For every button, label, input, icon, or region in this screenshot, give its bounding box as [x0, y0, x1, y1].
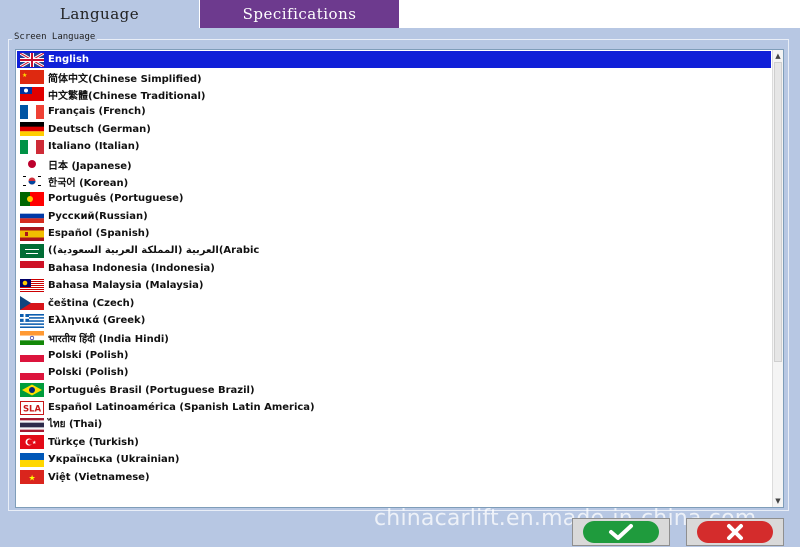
- language-label: Português Brasil (Portuguese Brazil): [48, 384, 255, 396]
- language-listbox[interactable]: English ★ 简体中文(Chinese Simplified) 中文繁體(Chi…: [15, 49, 784, 508]
- ok-pill: [583, 521, 659, 543]
- language-list-item[interactable]: SLA Español Latinoamérica (Spanish Latin…: [17, 399, 771, 416]
- sla-flag-icon: SLA: [20, 400, 44, 415]
- language-list-item[interactable]: Português (Portuguese): [17, 190, 771, 207]
- language-list-item[interactable]: ★ Türkçe (Turkish): [17, 434, 771, 451]
- language-label: čeština (Czech): [48, 297, 135, 309]
- language-label: Deutsch (German): [48, 123, 151, 135]
- language-label: Русский(Russian): [48, 210, 148, 222]
- language-list-item[interactable]: 한국어 (Korean): [17, 173, 771, 190]
- language-list-item[interactable]: Polski (Polish): [17, 364, 771, 381]
- language-list-item[interactable]: Português Brasil (Portuguese Brazil): [17, 381, 771, 398]
- portugal-flag-icon: [20, 191, 44, 206]
- language-list-item[interactable]: 日本 (Japanese): [17, 155, 771, 172]
- saudi-flag-icon: [20, 243, 44, 258]
- language-list-item[interactable]: भारतीय हिंदी (India Hindi): [17, 329, 771, 346]
- germany-flag-icon: [20, 122, 44, 137]
- china-flag-icon: ★: [20, 70, 44, 85]
- language-list-item[interactable]: ★ 简体中文(Chinese Simplified): [17, 68, 771, 85]
- language-list-item[interactable]: ไทย (Thai): [17, 416, 771, 433]
- cancel-pill: [697, 521, 773, 543]
- language-list-item[interactable]: (العربية (المملكة العربية السعودية)(Arab…: [17, 242, 771, 259]
- language-label: Bahasa Indonesia (Indonesia): [48, 262, 215, 274]
- czech-flag-icon: [20, 296, 44, 311]
- language-label: Español (Spanish): [48, 228, 150, 240]
- language-list-item[interactable]: Русский(Russian): [17, 208, 771, 225]
- korea-flag-icon: [20, 174, 44, 189]
- x-icon: [727, 524, 743, 540]
- language-label: Français (French): [48, 106, 146, 118]
- scroll-down-arrow-icon[interactable]: ▼: [773, 496, 783, 506]
- uk-flag-icon: [20, 52, 44, 67]
- language-list-item[interactable]: 中文繁體(Chinese Traditional): [17, 86, 771, 103]
- malaysia-flag-icon: [20, 278, 44, 293]
- checkmark-icon: [609, 524, 633, 540]
- turkey-flag-icon: ★: [20, 435, 44, 450]
- language-list-item[interactable]: Bahasa Malaysia (Malaysia): [17, 277, 771, 294]
- svg-text:★: ★: [22, 72, 27, 79]
- language-label: Español Latinoamérica (Spanish Latin Ame…: [48, 402, 315, 413]
- language-label: Türkçe (Turkish): [48, 436, 139, 448]
- language-list-item[interactable]: Ελληνικά (Greek): [17, 312, 771, 329]
- vietnam-flag-icon: ★: [20, 470, 44, 485]
- language-label: Italiano (Italian): [48, 141, 140, 153]
- group-label: Screen Language: [12, 32, 98, 42]
- language-label: Ελληνικά (Greek): [48, 315, 146, 327]
- japan-flag-icon: [20, 157, 44, 172]
- scroll-up-arrow-icon[interactable]: ▲: [773, 51, 783, 61]
- language-label: 日本 (Japanese): [48, 160, 132, 172]
- language-list-item[interactable]: Polski (Polish): [17, 347, 771, 364]
- svg-text:★: ★: [29, 474, 36, 483]
- language-list-item[interactable]: Українська (Ukrainian): [17, 451, 771, 468]
- india-flag-icon: [20, 330, 44, 345]
- tab-language[interactable]: Language: [0, 0, 199, 28]
- ukraine-flag-icon: [20, 452, 44, 467]
- language-list-item[interactable]: Español (Spanish): [17, 225, 771, 242]
- language-label: 한국어 (Korean): [48, 177, 129, 189]
- tab-specifications[interactable]: Specifications: [200, 0, 399, 28]
- thailand-flag-icon: [20, 417, 44, 432]
- language-list-item[interactable]: Deutsch (German): [17, 121, 771, 138]
- language-label: Bahasa Malaysia (Malaysia): [48, 280, 204, 292]
- russia-flag-icon: [20, 209, 44, 224]
- language-list-item[interactable]: Bahasa Indonesia (Indonesia): [17, 260, 771, 277]
- language-list-item[interactable]: Italiano (Italian): [17, 138, 771, 155]
- taiwan-flag-icon: [20, 87, 44, 102]
- poland-flag-icon: [20, 365, 44, 380]
- svg-text:★: ★: [32, 440, 37, 446]
- language-list: English ★ 简体中文(Chinese Simplified) 中文繁體(Chi…: [17, 51, 771, 486]
- language-label: Polski (Polish): [48, 349, 129, 361]
- language-list-item[interactable]: English: [17, 51, 771, 69]
- italy-flag-icon: [20, 139, 44, 154]
- spain-flag-icon: [20, 226, 44, 241]
- tab-bar: Language Specifications: [0, 0, 800, 28]
- brazil-flag-icon: [20, 383, 44, 398]
- language-label: Polski (Polish): [48, 367, 129, 379]
- poland-flag-icon: [20, 348, 44, 363]
- cancel-button[interactable]: [686, 518, 784, 546]
- language-list-item[interactable]: ★ Việt (Vietnamese): [17, 468, 771, 485]
- language-label: भारतीय हिंदी (India Hindi): [48, 333, 169, 345]
- language-list-item[interactable]: čeština (Czech): [17, 294, 771, 311]
- language-label: Українська (Ukrainian): [48, 454, 180, 466]
- greece-flag-icon: [20, 313, 44, 328]
- ok-button[interactable]: [572, 518, 670, 546]
- indonesia-flag-icon: [20, 261, 44, 276]
- scroll-thumb[interactable]: [774, 62, 782, 362]
- language-list-item[interactable]: Français (French): [17, 103, 771, 120]
- language-label: Việt (Vietnamese): [48, 471, 150, 483]
- vertical-scrollbar[interactable]: ▲ ▼: [772, 50, 783, 507]
- france-flag-icon: [20, 104, 44, 119]
- language-label: ไทย (Thai): [48, 419, 103, 431]
- language-label: 简体中文(Chinese Simplified): [48, 73, 202, 85]
- language-label: English: [48, 54, 90, 66]
- language-label: 中文繁體(Chinese Traditional): [48, 90, 206, 102]
- language-label: (العربية (المملكة العربية السعودية)(Arab…: [48, 245, 260, 257]
- svg-text:SLA: SLA: [23, 404, 42, 414]
- language-label: Português (Portuguese): [48, 193, 184, 205]
